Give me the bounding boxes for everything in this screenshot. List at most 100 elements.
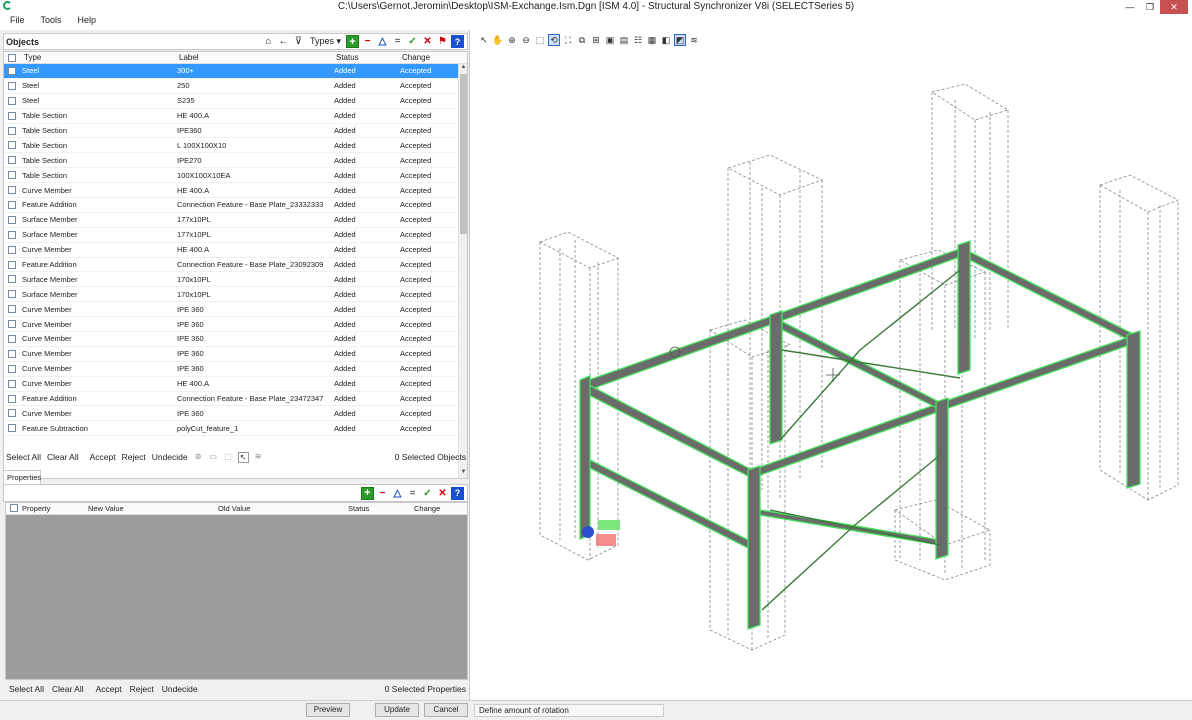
minimize-button[interactable]: — [1120, 0, 1140, 14]
properties-tab[interactable]: Properties [3, 470, 41, 484]
table-row[interactable]: Table Section HE 400.A Added Accepted [4, 109, 460, 124]
table-row[interactable]: Steel 250 Added Accepted [4, 79, 460, 94]
row-checkbox[interactable] [8, 290, 16, 299]
row-checkbox[interactable] [8, 364, 16, 373]
row-checkbox[interactable] [8, 96, 16, 105]
table-row[interactable]: Curve Member IPE 360 Added Accepted [4, 332, 460, 347]
table-row[interactable]: Surface Member 177x10PL Added Accepted [4, 228, 460, 243]
render-mode-icon[interactable]: ◧ [660, 34, 672, 46]
row-checkbox[interactable] [8, 230, 16, 239]
layers-icon[interactable]: ≋ [688, 34, 700, 46]
objects-select-all[interactable]: Select All [6, 452, 41, 462]
col-change[interactable]: Change [400, 53, 467, 62]
home-icon[interactable]: ⌂ [262, 35, 275, 48]
objects-accept[interactable]: Accept [90, 452, 116, 462]
prop-filter-accepted-icon[interactable]: ✓ [421, 487, 434, 500]
highlight-icon[interactable]: ≋ [253, 452, 264, 463]
scroll-thumb[interactable] [460, 74, 467, 234]
window-select-icon[interactable]: ▭ [208, 452, 219, 463]
row-checkbox[interactable] [8, 275, 16, 284]
table-row[interactable]: Surface Member 170x10PL Added Accepted [4, 272, 460, 288]
select-arrow-icon[interactable]: ↖ [478, 34, 490, 46]
view-previous-icon[interactable]: ⧉ [576, 34, 588, 46]
row-checkbox[interactable] [8, 305, 16, 314]
row-checkbox[interactable] [8, 320, 16, 329]
objects-undecide[interactable]: Undecide [152, 452, 188, 462]
table-row[interactable]: Table Section IPE270 Added Accepted [4, 153, 460, 169]
props-select-all[interactable]: Select All [9, 684, 44, 694]
table-row[interactable]: Curve Member HE 400.A Added Accepted [4, 243, 460, 258]
col-type[interactable]: Type [22, 53, 177, 62]
scroll-up-arrow-icon[interactable]: ▲ [459, 64, 467, 73]
table-row[interactable]: Surface Member 177x10PL Added Accepted [4, 213, 460, 228]
objects-clear-all[interactable]: Clear All [47, 452, 79, 462]
clip-volume-icon[interactable]: ▣ [604, 34, 616, 46]
row-checkbox[interactable] [8, 126, 16, 135]
filter-removed-icon[interactable]: − [361, 35, 374, 48]
row-checkbox[interactable] [8, 334, 16, 343]
prop-filter-removed-icon[interactable]: − [376, 487, 389, 500]
row-checkbox[interactable] [8, 200, 16, 209]
row-checkbox[interactable] [8, 349, 16, 358]
row-checkbox[interactable] [8, 260, 16, 269]
table-row[interactable]: Table Section 100X100X10EA Added Accepted [4, 168, 460, 184]
filter-icon[interactable]: ⊽ [292, 35, 305, 48]
structure-drawing[interactable] [472, 50, 1192, 700]
filter-accepted-icon[interactable]: ✓ [406, 35, 419, 48]
table-row[interactable]: Curve Member IPE 360 Added Accepted [4, 347, 460, 362]
help-icon[interactable]: ? [451, 35, 464, 48]
view-attributes-icon[interactable]: ▦ [646, 34, 658, 46]
row-checkbox[interactable] [8, 245, 16, 254]
scroll-down-arrow-icon[interactable]: ▼ [459, 469, 467, 478]
row-checkbox[interactable] [8, 409, 16, 418]
table-row[interactable]: Curve Member IPE 360 Added Accepted [4, 362, 460, 377]
pan-hand-icon[interactable]: ✋ [492, 34, 504, 46]
row-checkbox[interactable] [8, 171, 16, 180]
table-row[interactable]: Surface Member 170x10PL Added Accepted [4, 287, 460, 303]
select-all-checkbox[interactable] [8, 53, 16, 62]
col-label[interactable]: Label [177, 53, 334, 62]
back-arrow-icon[interactable]: ← [277, 35, 290, 48]
row-checkbox[interactable] [8, 379, 16, 388]
pointer-select-icon[interactable]: ↖ [237, 451, 249, 463]
props-undecide[interactable]: Undecide [162, 684, 198, 694]
maximize-button[interactable]: ❐ [1140, 0, 1160, 14]
filter-rejected-icon[interactable]: ✕ [421, 35, 434, 48]
table-row[interactable]: Curve Member HE 400.A Added Accepted [4, 377, 460, 392]
table-row[interactable]: Table Section L 100X100X10 Added Accepted [4, 138, 460, 154]
filter-undecided-icon[interactable]: ⚑ [436, 35, 449, 48]
table-row[interactable]: Feature Addition Connection Feature - Bas… [4, 258, 460, 273]
row-checkbox[interactable] [8, 394, 16, 403]
row-checkbox[interactable] [8, 424, 16, 433]
fit-view-icon[interactable]: ⛶ [562, 34, 574, 46]
close-window-button[interactable]: ✕ [1160, 0, 1188, 14]
col-property[interactable]: Property [22, 504, 88, 513]
row-checkbox[interactable] [8, 81, 16, 90]
prop-filter-rejected-icon[interactable]: ✕ [436, 487, 449, 500]
props-clear-all[interactable]: Clear All [52, 684, 84, 694]
window-area-icon[interactable]: ⬚ [534, 34, 546, 46]
prop-filter-unchanged-icon[interactable]: = [406, 487, 419, 500]
col-prop-status[interactable]: Status [348, 504, 414, 513]
objects-scrollbar[interactable]: ▲ ▼ [458, 64, 467, 478]
cancel-button[interactable]: Cancel [424, 703, 468, 717]
filter-modified-icon[interactable]: △ [376, 35, 389, 48]
table-row[interactable]: Steel 300+ Added Accepted [4, 64, 460, 79]
table-row[interactable]: Curve Member IPE 360 Added Accepted [4, 317, 460, 333]
table-row[interactable]: Feature Subtraction polyCut_feature_1 Adde… [4, 421, 460, 437]
zoom-in-icon[interactable]: ⊕ [506, 34, 518, 46]
prop-help-icon[interactable]: ? [451, 486, 464, 500]
prop-filter-modified-icon[interactable]: △ [391, 487, 404, 500]
filter-unchanged-icon[interactable]: = [391, 35, 404, 48]
prop-select-all-checkbox[interactable] [10, 503, 18, 512]
element-select-icon[interactable]: ⬚ [223, 452, 234, 463]
col-new-value[interactable]: New Value [88, 504, 218, 513]
col-prop-change[interactable]: Change [414, 504, 467, 513]
table-row[interactable]: Curve Member IPE 360 Added Accepted [4, 302, 460, 318]
table-row[interactable]: Curve Member HE 400.A Added Accepted [4, 183, 460, 199]
props-accept[interactable]: Accept [96, 684, 122, 694]
types-dropdown[interactable]: Types ▾ [307, 36, 344, 47]
zoom-out-icon[interactable]: ⊖ [520, 34, 532, 46]
level-display-icon[interactable]: ☷ [632, 34, 644, 46]
objects-reject[interactable]: Reject [122, 452, 146, 462]
